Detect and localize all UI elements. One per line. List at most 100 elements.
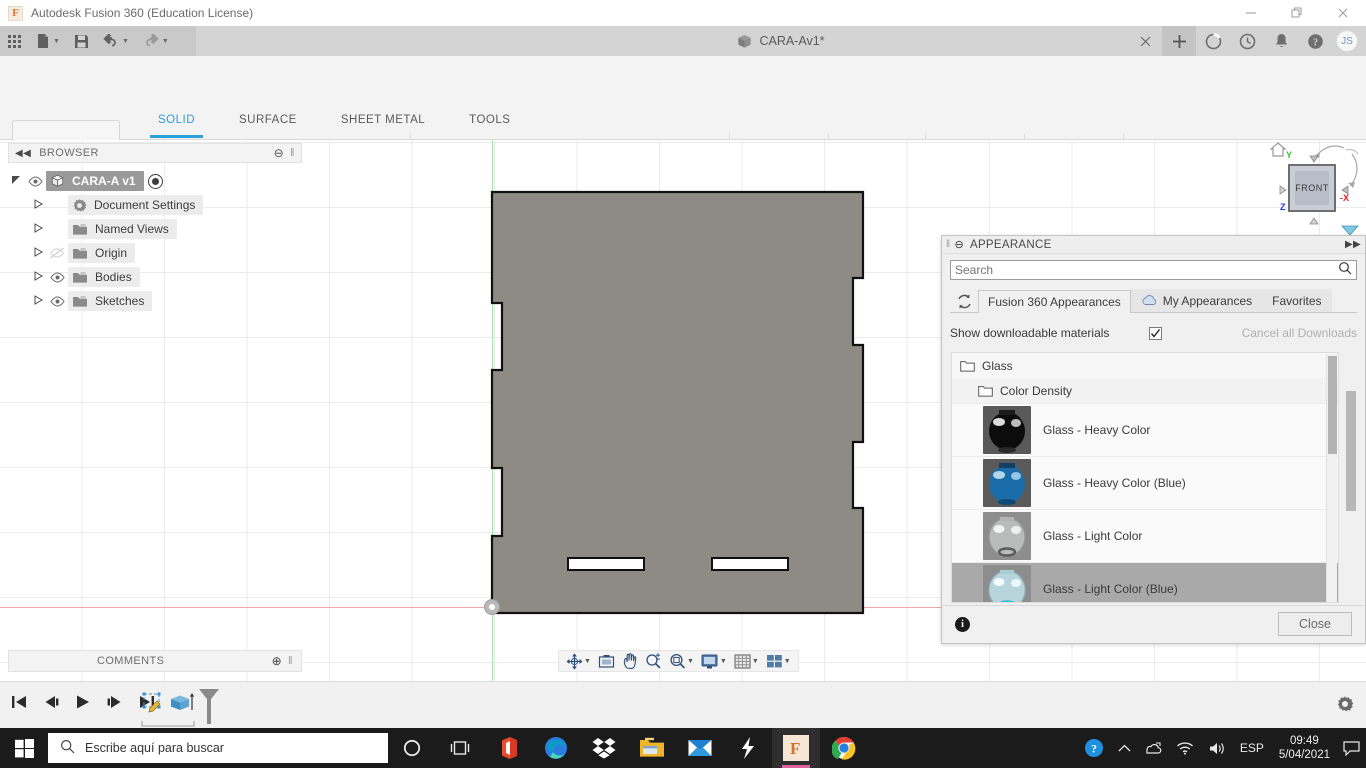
browser-item-sketches[interactable]: Sketches — [8, 289, 302, 313]
taskbar-app-office-icon[interactable] — [484, 728, 532, 768]
grid-snaps-icon[interactable]: ▼ — [731, 651, 762, 671]
dialog-grip[interactable]: ‖ — [946, 239, 950, 250]
visibility-eye-icon[interactable] — [46, 296, 68, 307]
expand-arrow-icon[interactable] — [30, 295, 46, 307]
visibility-eye-icon[interactable] — [24, 176, 46, 187]
minimize-icon[interactable]: ⊖ — [954, 238, 964, 251]
add-comment-icon[interactable]: ⊕ — [272, 654, 282, 668]
app-grid-icon[interactable] — [0, 26, 29, 56]
browser-minimize-icon[interactable]: ⊖ — [274, 146, 284, 160]
material-item-glass-heavy-color-blue[interactable]: Glass - Heavy Color (Blue) — [952, 456, 1338, 509]
visibility-eye-icon[interactable] — [46, 272, 68, 283]
tab-tools[interactable]: TOOLS — [447, 114, 532, 134]
browser-item-named-views-chip[interactable]: Named Views — [68, 219, 177, 239]
windows-start-icon[interactable] — [0, 728, 48, 768]
extrude-feature-icon[interactable] — [168, 691, 196, 720]
expand-arrow-icon[interactable] — [30, 199, 46, 211]
notifications-icon[interactable] — [1264, 26, 1298, 56]
new-document-icon[interactable]: ▼ — [29, 26, 67, 56]
orbit-icon[interactable]: ▼ — [563, 651, 594, 671]
model-body[interactable] — [490, 190, 880, 615]
search-icon[interactable] — [1338, 261, 1352, 280]
help-icon[interactable]: ? — [1298, 26, 1332, 56]
browser-item-root[interactable]: CARA-A v1 — [8, 169, 302, 193]
browser-item-origin-chip[interactable]: Origin — [68, 243, 135, 263]
browser-item-document-settings-chip[interactable]: Document Settings — [68, 195, 203, 215]
close-button[interactable] — [1320, 0, 1366, 26]
expand-arrow-icon[interactable] — [8, 175, 24, 187]
close-button[interactable]: Close — [1278, 612, 1352, 636]
tab-surface[interactable]: SURFACE — [217, 114, 319, 134]
pan-hand-icon[interactable] — [619, 651, 641, 671]
play-icon[interactable] — [72, 690, 94, 714]
activate-component-radio[interactable] — [148, 174, 163, 189]
browser-item-named-views[interactable]: Named Views — [8, 217, 302, 241]
refresh-icon[interactable] — [950, 290, 978, 312]
new-tab-button[interactable] — [1162, 26, 1196, 56]
visibility-eye-off-icon[interactable] — [46, 247, 68, 259]
taskbar-app-edge-icon[interactable] — [532, 728, 580, 768]
tab-my-appearances[interactable]: My Appearances — [1131, 289, 1262, 312]
browser-item-sketches-chip[interactable]: Sketches — [68, 291, 152, 311]
job-status-icon[interactable] — [1196, 26, 1230, 56]
library-folder-color-density[interactable]: Color Density — [952, 378, 1338, 403]
taskbar-app-snipping-icon[interactable] — [724, 728, 772, 768]
action-center-icon[interactable] — [1338, 728, 1364, 768]
tab-sheet-metal[interactable]: SHEET METAL — [319, 114, 447, 134]
taskbar-search-box[interactable]: Escribe aquí para buscar — [48, 733, 388, 763]
appearance-search-box[interactable] — [950, 260, 1357, 280]
undo-icon[interactable]: ▼ — [96, 26, 136, 56]
library-folder-glass[interactable]: Glass — [952, 353, 1338, 378]
taskbar-app-mail-icon[interactable] — [676, 728, 724, 768]
search-input[interactable] — [955, 263, 1338, 277]
comments-panel[interactable]: COMMENTS ⊕ ‖ — [8, 650, 302, 672]
user-avatar[interactable]: JS — [1336, 30, 1358, 52]
collapse-left-icon[interactable]: ◀◀ — [15, 148, 31, 159]
tab-fusion-360-appearances[interactable]: Fusion 360 Appearances — [978, 290, 1131, 313]
step-forward-icon[interactable] — [104, 690, 126, 714]
step-back-icon[interactable] — [40, 690, 62, 714]
material-item-glass-light-color[interactable]: Glass - Light Color — [952, 509, 1338, 562]
cancel-all-downloads-button[interactable]: Cancel all Downloads — [1242, 326, 1357, 340]
appearance-dialog[interactable]: ‖ ⊖ APPEARANCE ▶▶ — [941, 235, 1366, 644]
browser-item-bodies-chip[interactable]: Bodies — [68, 267, 140, 287]
library-scrollbar[interactable] — [1326, 354, 1337, 603]
display-settings-icon[interactable]: ▼ — [698, 651, 730, 671]
save-icon[interactable] — [67, 26, 96, 56]
chevron-down-icon[interactable]: ▼ — [752, 658, 759, 665]
chevron-down-icon[interactable]: ▼ — [584, 658, 591, 665]
tab-solid[interactable]: SOLID — [136, 114, 217, 134]
viewports-icon[interactable]: ▼ — [763, 651, 794, 671]
expand-right-icon[interactable]: ▶▶ — [1345, 239, 1361, 250]
material-item-glass-heavy-color[interactable]: Glass - Heavy Color — [952, 403, 1338, 456]
taskbar-clock[interactable]: 09:49 5/04/2021 — [1271, 728, 1338, 768]
timeline-settings-icon[interactable] — [1336, 695, 1354, 718]
recent-activity-icon[interactable] — [1230, 26, 1264, 56]
sketch-feature-icon[interactable] — [140, 691, 166, 720]
tab-favorites[interactable]: Favorites — [1262, 289, 1331, 312]
taskbar-app-dropbox-icon[interactable] — [580, 728, 628, 768]
taskbar-app-file-explorer-icon[interactable] — [628, 728, 676, 768]
library-scrollbar-thumb[interactable] — [1328, 356, 1337, 454]
document-tab[interactable]: CARA-Av1* — [737, 34, 824, 49]
maximize-restore-button[interactable] — [1274, 0, 1320, 26]
task-view-icon[interactable] — [436, 728, 484, 768]
show-hidden-icons-icon[interactable] — [1111, 728, 1138, 768]
chevron-down-icon[interactable]: ▼ — [720, 658, 727, 665]
view-cube[interactable]: FRONT Y -X Z — [1266, 140, 1362, 240]
expand-arrow-icon[interactable] — [30, 247, 46, 259]
help-circle-icon[interactable]: ? — [1077, 728, 1111, 768]
zoom-window-icon[interactable]: ▼ — [666, 651, 697, 671]
taskbar-app-fusion360-icon[interactable]: F — [772, 728, 820, 768]
expand-arrow-icon[interactable] — [30, 223, 46, 235]
cortana-icon[interactable] — [388, 728, 436, 768]
minimize-button[interactable] — [1228, 0, 1274, 26]
browser-item-bodies[interactable]: Bodies — [8, 265, 302, 289]
look-at-icon[interactable] — [595, 651, 618, 671]
appearance-title-bar[interactable]: ‖ ⊖ APPEARANCE ▶▶ — [942, 236, 1365, 254]
browser-item-root-chip[interactable]: CARA-A v1 — [46, 171, 144, 191]
onedrive-icon[interactable] — [1138, 728, 1169, 768]
origin-point[interactable] — [484, 599, 500, 615]
info-icon[interactable]: i — [955, 617, 970, 632]
expand-arrow-icon[interactable] — [30, 271, 46, 283]
